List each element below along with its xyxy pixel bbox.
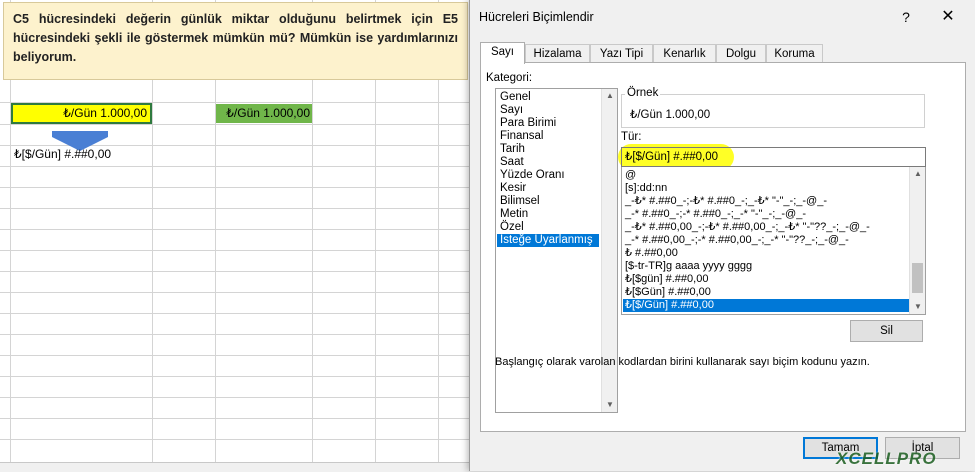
format-cells-dialog: Hücreleri Biçimlendir ? ✕ Sayı Hizalama … bbox=[469, 0, 975, 471]
scroll-up-icon[interactable]: ▲ bbox=[910, 167, 925, 181]
category-item-selected[interactable]: İsteğe Uyarlanmış bbox=[497, 234, 599, 247]
delete-button[interactable]: Sil bbox=[850, 320, 923, 342]
format-code-text: ₺[$/Gün] #.##0,00 bbox=[14, 147, 112, 161]
cell-c5[interactable]: ₺/Gün 1.000,00 bbox=[11, 103, 152, 124]
format-code-item[interactable]: _-₺* #.##0_-;-₺* #.##0_-;_-₺* "-"_-;_-@_… bbox=[625, 195, 827, 208]
category-label: Kategori: bbox=[486, 72, 533, 84]
tab-number[interactable]: Sayı bbox=[480, 42, 525, 64]
format-code-item[interactable]: ₺[$Gün] #.##0,00 bbox=[625, 286, 711, 299]
row-gridline bbox=[0, 208, 480, 209]
tab-font[interactable]: Yazı Tipi bbox=[590, 44, 653, 63]
dialog-title: Hücreleri Biçimlendir bbox=[479, 10, 594, 24]
format-code-item[interactable]: _-* #.##0,00_-;-* #.##0,00_-;_-* "-"??_-… bbox=[625, 234, 849, 247]
format-code-item[interactable]: @ bbox=[625, 169, 636, 182]
question-note: C5 hücresindeki değerin günlük miktar ol… bbox=[3, 2, 468, 80]
category-item[interactable]: Kesir bbox=[500, 182, 526, 195]
category-item[interactable]: Metin bbox=[500, 208, 528, 221]
type-label: Tür: bbox=[621, 131, 642, 143]
type-input[interactable]: ₺[$/Gün] #.##0,00 bbox=[621, 147, 926, 167]
tab-alignment[interactable]: Hizalama bbox=[525, 44, 590, 63]
row-gridline bbox=[0, 250, 480, 251]
row-gridline bbox=[0, 229, 480, 230]
row-gridline bbox=[0, 355, 480, 356]
row-gridline bbox=[0, 334, 480, 335]
category-item[interactable]: Yüzde Oranı bbox=[500, 169, 565, 182]
number-tab-panel: Kategori: Genel Sayı Para Birimi Finansa… bbox=[480, 62, 966, 432]
category-item[interactable]: Genel bbox=[500, 91, 531, 104]
category-item[interactable]: Sayı bbox=[500, 104, 523, 117]
format-code-item[interactable]: ₺ #.##0,00 bbox=[625, 247, 678, 260]
category-item[interactable]: Finansal bbox=[500, 130, 543, 143]
format-code-item[interactable]: _-₺* #.##0,00_-;-₺* #.##0,00_-;_-₺* "-"?… bbox=[625, 221, 870, 234]
row-gridline bbox=[0, 187, 480, 188]
row-gridline bbox=[0, 376, 480, 377]
category-item[interactable]: Para Birimi bbox=[500, 117, 556, 130]
row-gridline bbox=[0, 313, 480, 314]
cell-e5[interactable]: ₺/Gün 1.000,00 bbox=[216, 104, 312, 123]
tab-fill[interactable]: Dolgu bbox=[716, 44, 766, 63]
scroll-thumb[interactable] bbox=[912, 263, 923, 293]
scroll-down-icon[interactable]: ▼ bbox=[602, 398, 617, 412]
sample-value: ₺/Gün 1.000,00 bbox=[630, 109, 711, 121]
close-button[interactable]: ✕ bbox=[937, 6, 959, 28]
tab-protection[interactable]: Koruma bbox=[766, 44, 823, 63]
help-button[interactable]: ? bbox=[896, 6, 916, 28]
format-code-scrollbar[interactable]: ▲ ▼ bbox=[909, 167, 925, 314]
row-gridline bbox=[0, 418, 480, 419]
row-gridline bbox=[0, 271, 480, 272]
row-gridline bbox=[0, 439, 480, 440]
category-item[interactable]: Özel bbox=[500, 221, 524, 234]
format-code-item[interactable]: [$-tr-TR]g aaaa yyyy gggg bbox=[625, 260, 752, 273]
sample-label: Örnek bbox=[625, 87, 661, 99]
row-gridline bbox=[0, 124, 480, 125]
format-code-item[interactable]: ₺[$gün] #.##0,00 bbox=[625, 273, 708, 286]
format-code-item[interactable]: _-* #.##0_-;-* #.##0_-;_-* "-"_-;_-@_- bbox=[625, 208, 806, 221]
row-gridline bbox=[0, 397, 480, 398]
row-gridline bbox=[0, 292, 480, 293]
category-item[interactable]: Saat bbox=[500, 156, 524, 169]
tab-border[interactable]: Kenarlık bbox=[653, 44, 716, 63]
format-code-item[interactable]: [s]:dd:nn bbox=[625, 182, 667, 195]
scroll-down-icon[interactable]: ▼ bbox=[910, 300, 925, 314]
category-item[interactable]: Tarih bbox=[500, 143, 525, 156]
row-gridline bbox=[0, 166, 480, 167]
watermark-logo: XCELLPRO bbox=[836, 449, 937, 468]
description-text: Başlangıç olarak varolan kodlardan birin… bbox=[495, 356, 870, 368]
category-item[interactable]: Bilimsel bbox=[500, 195, 540, 208]
scroll-up-icon[interactable]: ▲ bbox=[602, 89, 617, 103]
format-code-list[interactable]: @ [s]:dd:nn _-₺* #.##0_-;-₺* #.##0_-;_-₺… bbox=[621, 167, 926, 315]
format-code-item-selected[interactable]: ₺[$/Gün] #.##0,00 bbox=[623, 299, 909, 312]
